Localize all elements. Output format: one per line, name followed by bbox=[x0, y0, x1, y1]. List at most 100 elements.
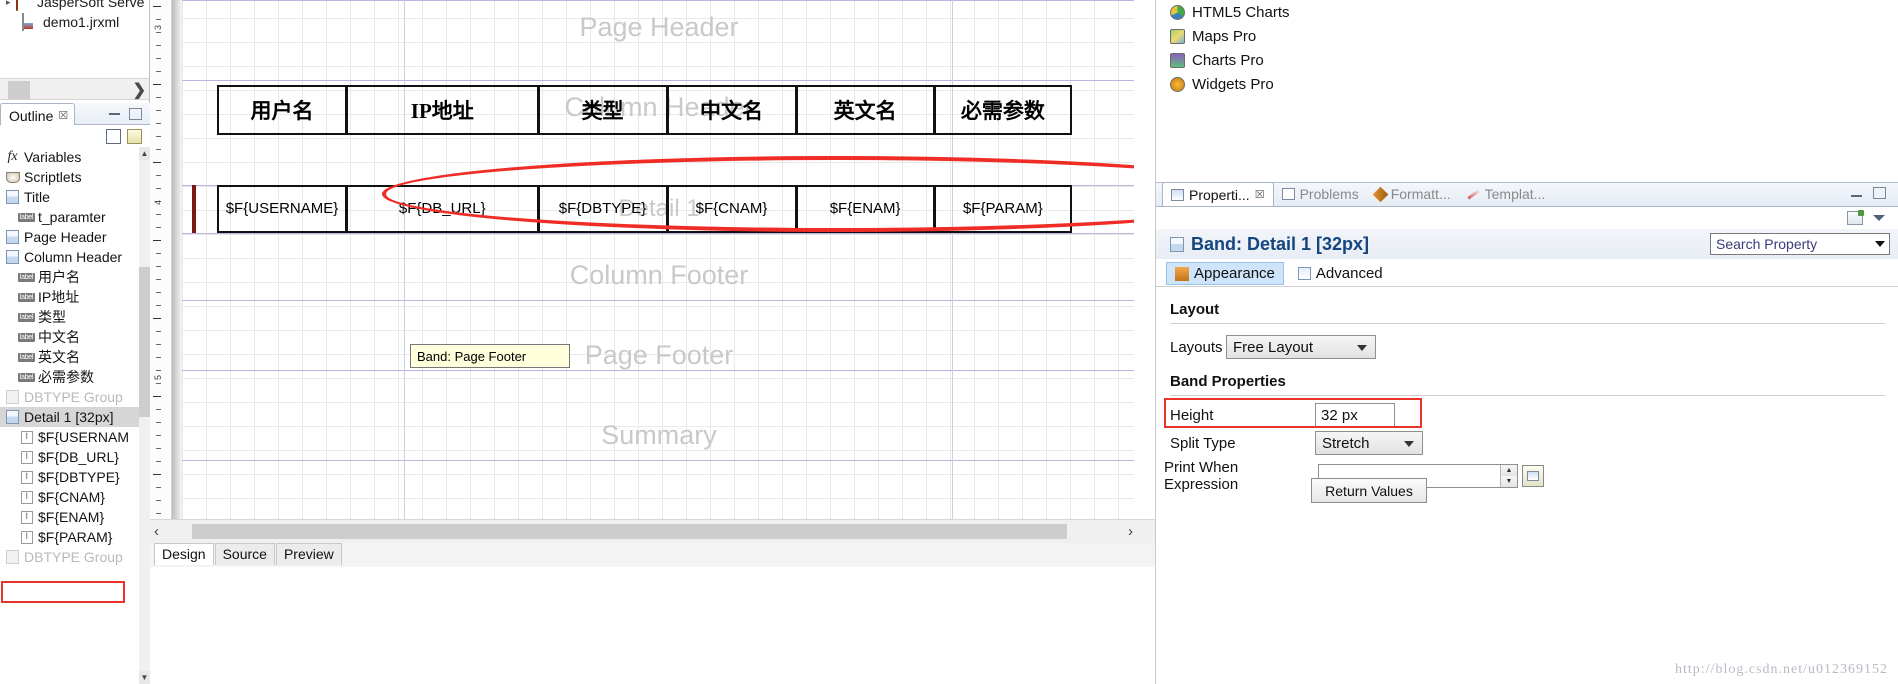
outline-item-18[interactable]: $F{ENAM} bbox=[0, 507, 139, 527]
scroll-down-icon[interactable]: ▼ bbox=[139, 671, 150, 684]
editor-tabs[interactable]: Design Source Preview bbox=[150, 543, 1155, 567]
scroll-thumb[interactable] bbox=[192, 524, 1067, 539]
outline-tree[interactable]: fx Variables Scriptlets Title label t_paramte… bbox=[0, 147, 139, 684]
properties-icon[interactable] bbox=[127, 128, 142, 144]
outline-item-19[interactable]: $F{PARAM} bbox=[0, 527, 139, 547]
tree-item-jaspersoft-server[interactable]: ▸ JasperSoft Serve bbox=[0, 0, 149, 12]
design-canvas[interactable]: Page Header Column Header Detail 1 Colum… bbox=[172, 0, 1134, 519]
scroll-right-icon[interactable]: › bbox=[1128, 523, 1133, 540]
column-header-cell-0[interactable]: 用户名 bbox=[217, 85, 346, 135]
outline-item-1[interactable]: Scriptlets bbox=[0, 167, 139, 187]
minimize-icon[interactable] bbox=[109, 108, 120, 115]
charts-pro-icon bbox=[1170, 52, 1185, 68]
properties-inner-tabs[interactable]: Appearance Advanced bbox=[1156, 261, 1898, 287]
inner-tab-advanced[interactable]: Advanced bbox=[1290, 263, 1391, 284]
chevron-down-icon[interactable] bbox=[1875, 241, 1885, 247]
height-row: Height 32 px bbox=[1170, 403, 1885, 427]
outline-item-9[interactable]: label 中文名 bbox=[0, 327, 139, 347]
outline-item-13[interactable]: Detail 1 [32px] bbox=[0, 407, 139, 427]
canvas-hscrollbar[interactable]: ‹ › bbox=[150, 519, 1155, 543]
column-header-cell-3[interactable]: 中文名 bbox=[666, 85, 796, 135]
outline-item-12[interactable]: DBTYPE Group bbox=[0, 387, 139, 407]
properties-tab-0[interactable]: Properti... ☒ bbox=[1162, 182, 1274, 206]
properties-tab-3[interactable]: Templat... bbox=[1459, 182, 1554, 206]
outline-vscrollbar[interactable]: ▲ ▼ bbox=[139, 147, 150, 684]
return-values-button[interactable]: Return Values bbox=[1311, 478, 1427, 503]
detail-cell-1[interactable]: $F{DB_URL} bbox=[346, 185, 538, 233]
layouts-combo[interactable]: Free Layout bbox=[1226, 335, 1376, 359]
outline-item-label: Page Header bbox=[24, 229, 107, 245]
outline-item-10[interactable]: label 英文名 bbox=[0, 347, 139, 367]
palette-item-3[interactable]: Widgets Pro bbox=[1156, 72, 1898, 96]
scroll-thumb[interactable] bbox=[139, 267, 150, 417]
outline-item-14[interactable]: $F{USERNAM bbox=[0, 427, 139, 447]
editor-tab-design[interactable]: Design bbox=[154, 543, 214, 565]
scroll-up-icon[interactable]: ▲ bbox=[139, 147, 150, 160]
outline-item-11[interactable]: label 必需参数 bbox=[0, 367, 139, 387]
expression-editor-button[interactable] bbox=[1522, 465, 1544, 487]
spinner-down-icon[interactable]: ▼ bbox=[1500, 476, 1517, 487]
ruler-tick bbox=[156, 71, 161, 72]
palette-item-label: Widgets Pro bbox=[1192, 75, 1274, 93]
split-type-combo[interactable]: Stretch bbox=[1315, 431, 1423, 455]
chevron-right-icon[interactable]: ❯ bbox=[133, 80, 146, 100]
outline-item-7[interactable]: label IP地址 bbox=[0, 287, 139, 307]
detail-table[interactable]: $F{USERNAME} $F{DB_URL} $F{DBTYPE} $F{CNAM}… bbox=[217, 185, 1072, 233]
inner-tab-appearance[interactable]: Appearance bbox=[1166, 262, 1284, 285]
new-property-icon[interactable] bbox=[1847, 210, 1864, 225]
properties-tab-2[interactable]: Formatt... bbox=[1367, 182, 1459, 206]
field-icon bbox=[18, 510, 35, 525]
close-icon[interactable]: ☒ bbox=[1255, 188, 1265, 201]
project-explorer-hscrollbar[interactable]: ❯ bbox=[0, 78, 149, 100]
tree-item-demo1-jrxml[interactable]: demo1.jrxml bbox=[0, 12, 149, 32]
detail-cell-3[interactable]: $F{CNAM} bbox=[666, 185, 796, 233]
editor-tab-source[interactable]: Source bbox=[214, 543, 275, 565]
palette-panel[interactable]: HTML5 Charts Maps Pro Charts Pro Widgets Pr… bbox=[1155, 0, 1898, 182]
palette-item-0[interactable]: HTML5 Charts bbox=[1156, 0, 1898, 24]
view-menu-icon[interactable] bbox=[1873, 215, 1885, 221]
outline-item-3[interactable]: label t_paramter bbox=[0, 207, 139, 227]
maximize-icon[interactable] bbox=[1873, 187, 1886, 199]
editor-tab-preview[interactable]: Preview bbox=[275, 543, 342, 565]
expand-arrow-icon[interactable]: ▸ bbox=[6, 0, 16, 8]
detail-cell-5[interactable]: $F{PARAM} bbox=[933, 185, 1072, 233]
report-page[interactable]: Page Header Column Header Detail 1 Colum… bbox=[182, 0, 1134, 519]
tab-outline[interactable]: Outline ☒ bbox=[0, 103, 76, 125]
properties-tabbar[interactable]: Properti... ☒ Problems Formatt... Templat... bbox=[1156, 182, 1898, 207]
detail-cell-2[interactable]: $F{DBTYPE} bbox=[537, 185, 667, 233]
field-icon bbox=[18, 470, 35, 485]
outline-item-5[interactable]: Column Header bbox=[0, 247, 139, 267]
palette-item-2[interactable]: Charts Pro bbox=[1156, 48, 1898, 72]
band-icon bbox=[4, 230, 21, 245]
detail-cell-label: $F{PARAM} bbox=[962, 200, 1043, 217]
spinner-up-icon[interactable]: ▲ bbox=[1500, 465, 1517, 476]
height-input[interactable]: 32 px bbox=[1315, 403, 1395, 427]
scroll-left-icon[interactable]: ‹ bbox=[154, 523, 159, 540]
scroll-thumb[interactable] bbox=[8, 81, 30, 99]
outline-item-15[interactable]: $F{DB_URL} bbox=[0, 447, 139, 467]
outline-item-16[interactable]: $F{DBTYPE} bbox=[0, 467, 139, 487]
outline-item-8[interactable]: label 类型 bbox=[0, 307, 139, 327]
palette-item-1[interactable]: Maps Pro bbox=[1156, 24, 1898, 48]
outline-item-0[interactable]: fx Variables bbox=[0, 147, 139, 167]
outline-item-4[interactable]: Page Header bbox=[0, 227, 139, 247]
detail-cell-0[interactable]: $F{USERNAME} bbox=[217, 185, 346, 233]
outline-item-17[interactable]: $F{CNAM} bbox=[0, 487, 139, 507]
column-header-cell-4[interactable]: 英文名 bbox=[795, 85, 934, 135]
column-header-cell-1[interactable]: IP地址 bbox=[346, 85, 538, 135]
properties-tab-1[interactable]: Problems bbox=[1274, 182, 1367, 206]
outline-item-20[interactable]: DBTYPE Group bbox=[0, 547, 139, 567]
search-property-input[interactable]: Search Property bbox=[1710, 233, 1890, 255]
hierarchy-icon[interactable] bbox=[106, 128, 121, 144]
column-header-cell-2[interactable]: 类型 bbox=[537, 85, 667, 135]
outline-item-2[interactable]: Title bbox=[0, 187, 139, 207]
spinner-buttons[interactable]: ▲ ▼ bbox=[1500, 465, 1517, 487]
detail-cell-4[interactable]: $F{ENAM} bbox=[795, 185, 934, 233]
outline-item-6[interactable]: label 用户名 bbox=[0, 267, 139, 287]
close-icon[interactable]: ☒ bbox=[58, 109, 68, 122]
maximize-icon[interactable] bbox=[129, 108, 142, 120]
column-header-table[interactable]: 用户名 IP地址 类型 中文名 英文名 必需参数 bbox=[217, 85, 1072, 135]
minimize-icon[interactable] bbox=[1851, 190, 1862, 197]
column-header-cell-5[interactable]: 必需参数 bbox=[933, 85, 1072, 135]
column-header-cell-label: 英文名 bbox=[833, 99, 897, 123]
